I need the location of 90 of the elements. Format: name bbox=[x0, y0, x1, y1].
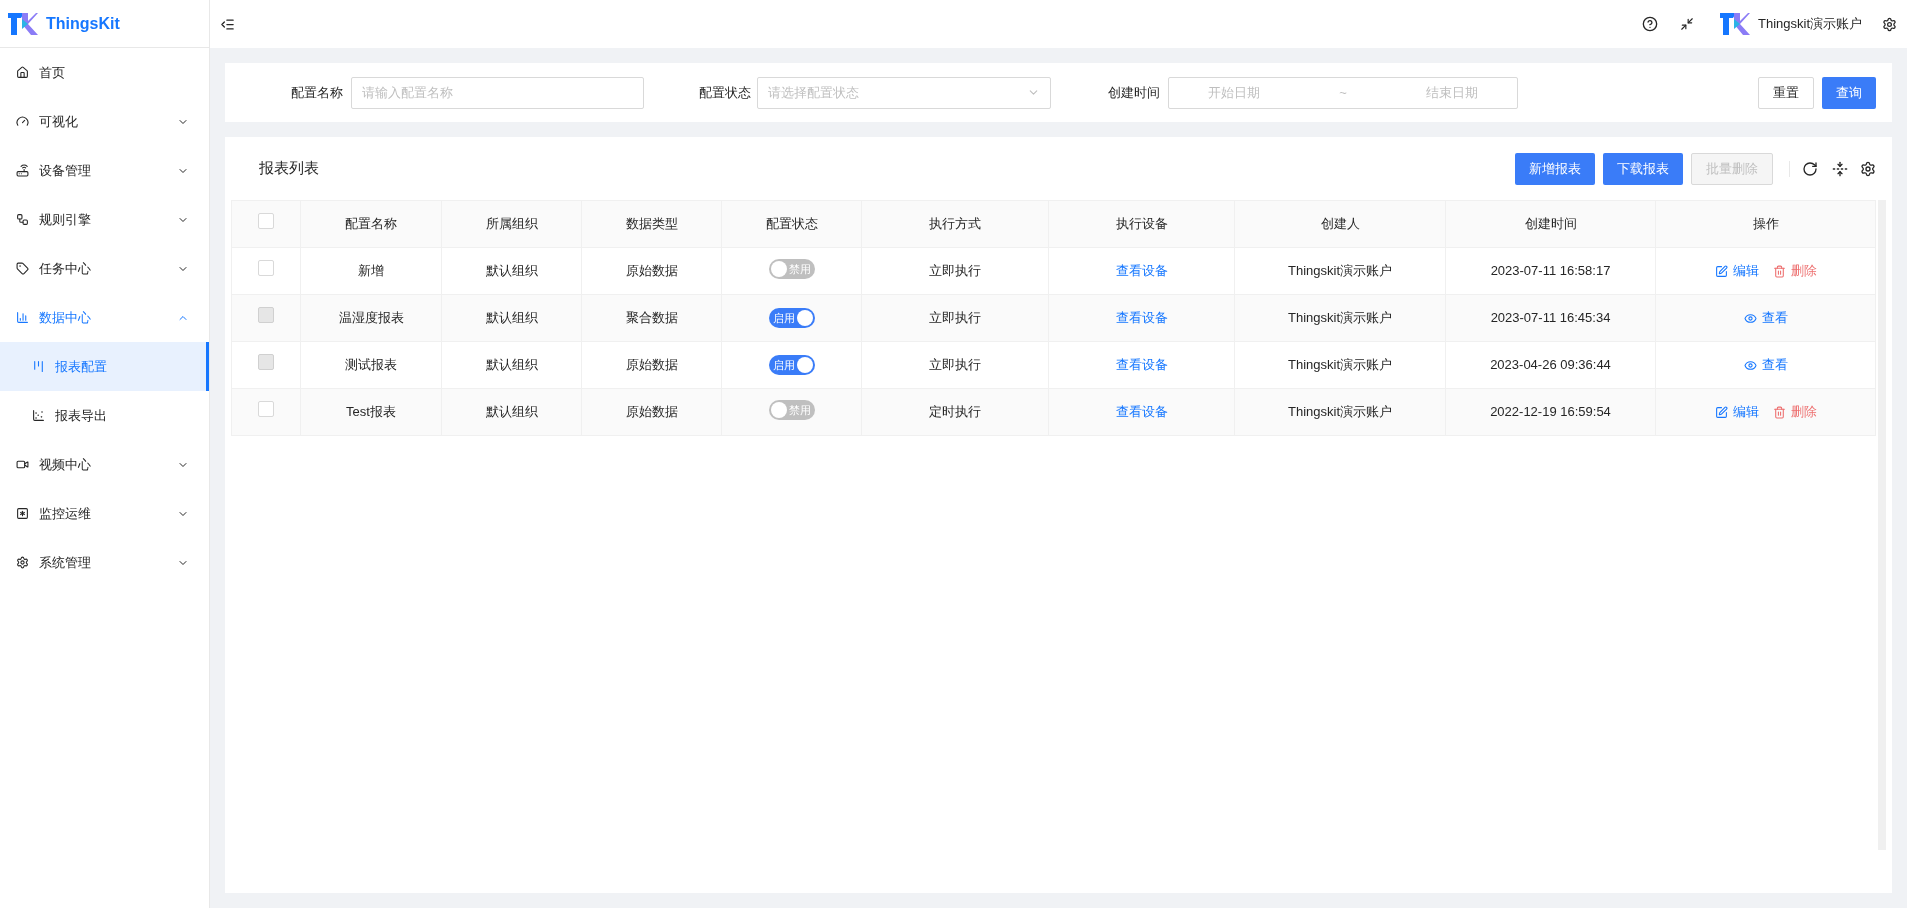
table-cell: Thingskit演示账户 bbox=[1234, 247, 1446, 295]
table-cell: 2022-12-19 16:59:54 bbox=[1445, 388, 1656, 436]
column-header: 所属组织 bbox=[441, 200, 582, 248]
table-cell: 2023-04-26 09:36:44 bbox=[1445, 341, 1656, 389]
view-devices-link[interactable]: 查看设备 bbox=[1115, 404, 1168, 420]
table-cell: Thingskit演示账户 bbox=[1234, 388, 1446, 436]
submenu-item[interactable]: 报表导出 bbox=[0, 391, 209, 440]
avatar-logo-icon bbox=[1719, 13, 1750, 35]
board-icon bbox=[32, 360, 45, 373]
bar-chart-icon bbox=[16, 311, 29, 324]
table-cell: 温湿度报表 bbox=[300, 294, 442, 342]
column-header: 配置名称 bbox=[300, 200, 442, 248]
tag-icon bbox=[16, 262, 29, 275]
settings-icon[interactable] bbox=[1882, 16, 1897, 32]
row-checkbox[interactable] bbox=[258, 401, 274, 418]
field-label: 配置名称 bbox=[291, 83, 343, 102]
column-header: 操作 bbox=[1655, 200, 1876, 248]
table-cell: 默认组织 bbox=[441, 341, 582, 389]
menu-item[interactable]: 设备管理 bbox=[0, 146, 209, 195]
menu-item[interactable]: 系统管理 bbox=[0, 538, 209, 587]
table-cell: 2023-07-11 16:58:17 bbox=[1445, 247, 1656, 295]
edit-link[interactable]: 编辑 bbox=[1714, 402, 1759, 422]
field-label: 创建时间 bbox=[1108, 83, 1160, 102]
menu-item[interactable]: 数据中心 bbox=[0, 293, 209, 342]
row-checkbox[interactable] bbox=[258, 213, 274, 230]
search-button[interactable]: 查询 bbox=[1822, 76, 1876, 109]
column-header: 创建时间 bbox=[1445, 200, 1656, 248]
square-icon bbox=[16, 507, 29, 520]
card-title: 报表列表 bbox=[259, 158, 320, 179]
table-cell: 默认组织 bbox=[441, 294, 582, 342]
table-cell: 默认组织 bbox=[441, 388, 582, 436]
table-cell: 原始数据 bbox=[581, 341, 722, 389]
reset-button[interactable]: 重置 bbox=[1758, 76, 1814, 109]
menu-item[interactable]: 可视化 bbox=[0, 97, 209, 146]
table-cell: Test报表 bbox=[300, 388, 442, 436]
name-input[interactable]: 请输入配置名称 bbox=[351, 76, 644, 109]
toolbar-button[interactable]: 下载报表 bbox=[1603, 152, 1683, 185]
toolbar-button[interactable]: 新增报表 bbox=[1515, 152, 1595, 185]
trash-icon bbox=[1772, 264, 1786, 278]
table-cell: 测试报表 bbox=[300, 341, 442, 389]
column-header: 配置状态 bbox=[721, 200, 862, 248]
menu-item[interactable]: 视频中心 bbox=[0, 440, 209, 489]
edit-icon bbox=[1714, 264, 1728, 278]
menu-item[interactable]: 监控运维 bbox=[0, 489, 209, 538]
submenu-item[interactable]: 报表配置 bbox=[0, 342, 209, 391]
nodes-icon bbox=[16, 213, 29, 226]
refresh-icon[interactable] bbox=[1802, 160, 1818, 177]
table-cell: 立即执行 bbox=[861, 341, 1049, 389]
eye-icon bbox=[1743, 358, 1757, 372]
table-cell: 2023-07-11 16:45:34 bbox=[1445, 294, 1656, 342]
column-header: 数据类型 bbox=[581, 200, 722, 248]
row-checkbox[interactable] bbox=[258, 260, 274, 277]
brand-name: ThingsKit bbox=[46, 13, 120, 34]
logo-icon bbox=[8, 12, 38, 35]
menu-item[interactable]: 首页 bbox=[0, 48, 209, 97]
column-header: 执行设备 bbox=[1048, 200, 1235, 248]
menu-item[interactable]: 任务中心 bbox=[0, 244, 209, 293]
density-icon[interactable] bbox=[1832, 160, 1848, 177]
menu-item[interactable]: 规则引擎 bbox=[0, 195, 209, 244]
delete-link[interactable]: 删除 bbox=[1772, 261, 1817, 281]
eye-icon bbox=[1743, 311, 1757, 325]
home-icon bbox=[16, 66, 29, 79]
settings-icon bbox=[16, 556, 29, 569]
column-header: 创建人 bbox=[1234, 200, 1446, 248]
user-name[interactable]: Thingskit演示账户 bbox=[1757, 14, 1862, 34]
router-icon bbox=[16, 164, 29, 177]
table-cell: 定时执行 bbox=[861, 388, 1049, 436]
scatter-chart-icon bbox=[32, 409, 45, 422]
table-cell: Thingskit演示账户 bbox=[1234, 341, 1446, 389]
table-cell: Thingskit演示账户 bbox=[1234, 294, 1446, 342]
gauge-icon bbox=[16, 115, 29, 128]
column-header: 执行方式 bbox=[861, 200, 1049, 248]
menu-icon[interactable] bbox=[220, 16, 235, 32]
view-devices-link[interactable]: 查看设备 bbox=[1115, 263, 1168, 279]
table-cell: 立即执行 bbox=[861, 294, 1049, 342]
table-cell: 默认组织 bbox=[441, 247, 582, 295]
trash-icon bbox=[1772, 405, 1786, 419]
collapse-icon[interactable] bbox=[1679, 17, 1694, 31]
table-cell: 新增 bbox=[300, 247, 442, 295]
edit-icon bbox=[1714, 405, 1728, 419]
delete-link[interactable]: 删除 bbox=[1772, 402, 1817, 422]
help-icon[interactable] bbox=[1641, 16, 1658, 32]
field-label: 配置状态 bbox=[699, 83, 751, 102]
table-cell: 立即执行 bbox=[861, 247, 1049, 295]
table-cell: 聚合数据 bbox=[581, 294, 722, 342]
settings-icon[interactable] bbox=[1860, 160, 1876, 177]
camera-icon bbox=[16, 458, 29, 471]
edit-link[interactable]: 编辑 bbox=[1714, 261, 1759, 281]
table-cell: 原始数据 bbox=[581, 247, 722, 295]
table-cell: 原始数据 bbox=[581, 388, 722, 436]
